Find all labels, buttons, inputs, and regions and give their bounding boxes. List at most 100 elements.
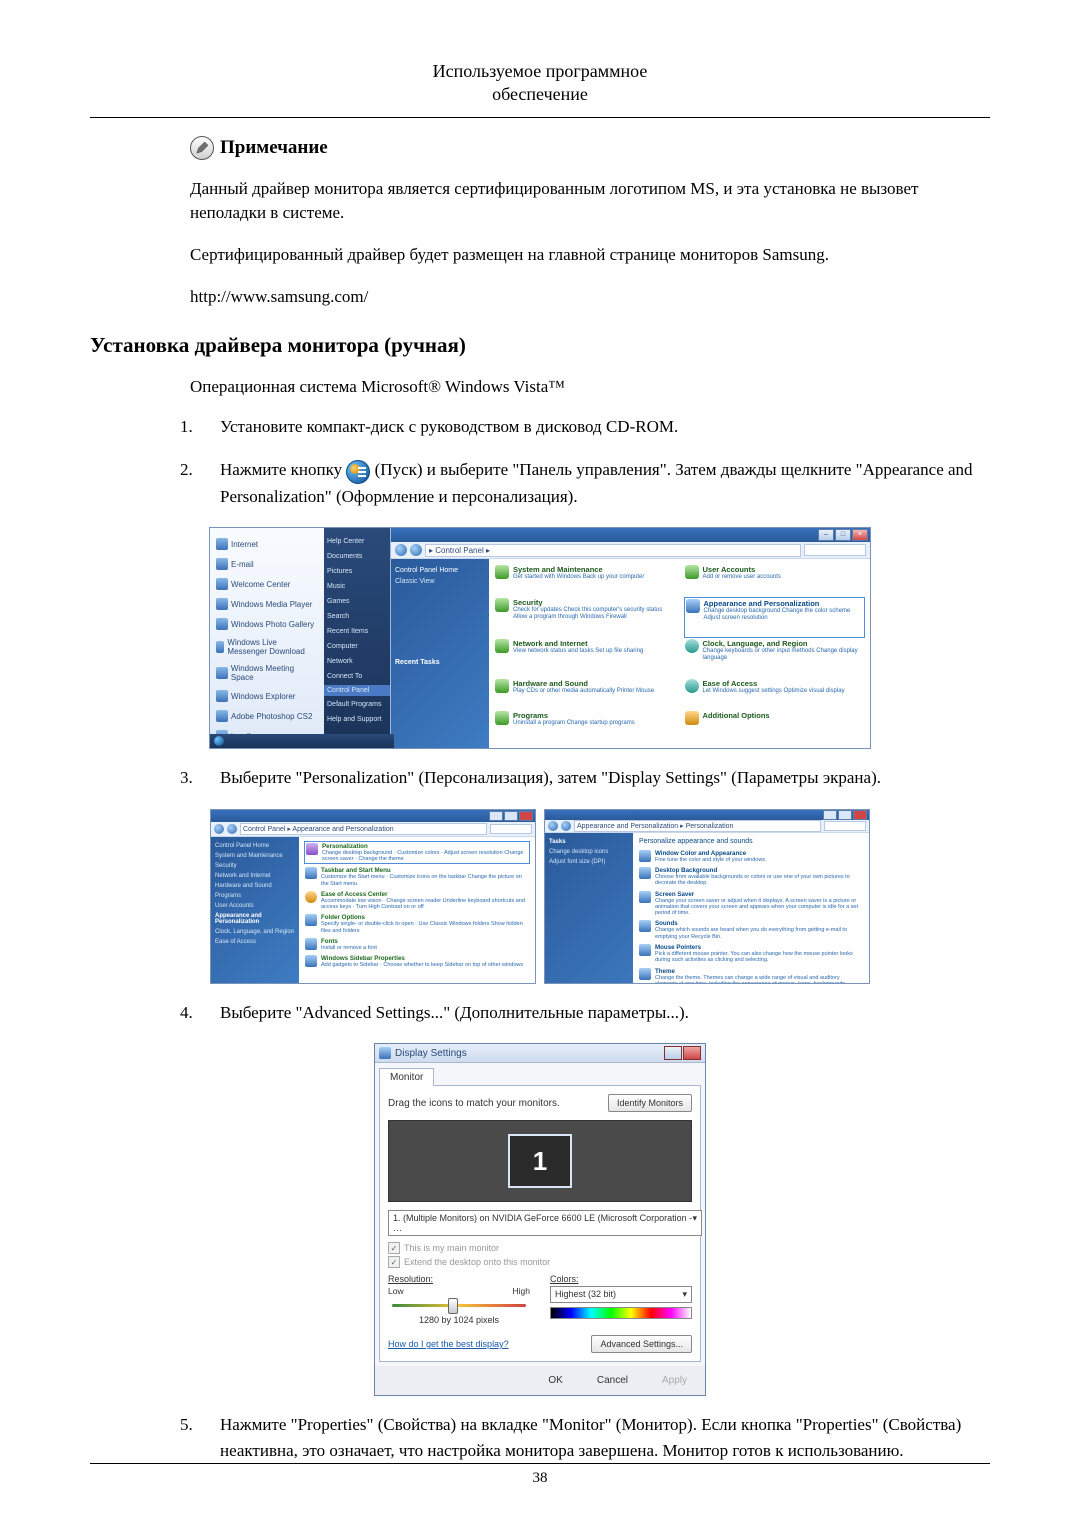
start-right-item[interactable]: Help and Support <box>327 712 387 727</box>
start-right-item[interactable]: Games <box>327 594 387 609</box>
close-button[interactable] <box>853 810 867 820</box>
personalization-item[interactable]: SoundsChange which sounds are heard when… <box>639 920 863 940</box>
start-item[interactable]: Internet <box>214 534 320 554</box>
start-right-item[interactable]: Search <box>327 609 387 624</box>
appearance-item[interactable]: Taskbar and Start MenuCustomize the Star… <box>305 867 529 887</box>
cp-category[interactable]: Network and InternetView network status … <box>495 639 675 677</box>
appearance-item[interactable]: FontsInstall or remove a font <box>305 938 529 951</box>
cp-category[interactable]: Additional Options <box>685 711 865 742</box>
control-panel-sidebar: Control Panel Home Classic View Recent T… <box>391 559 489 748</box>
sidebar-link[interactable]: Classic View <box>395 576 485 587</box>
appearance-item[interactable]: Windows Sidebar PropertiesAdd gadgets to… <box>305 955 529 968</box>
back-button-icon[interactable] <box>395 544 407 556</box>
appearance-window: Control Panel ▸ Appearance and Personali… <box>210 809 536 984</box>
start-item[interactable]: Windows Photo Gallery <box>214 614 320 634</box>
sidebar-link[interactable]: Control Panel Home <box>215 841 295 851</box>
item-icon <box>305 891 317 903</box>
resolution-slider[interactable] <box>392 1304 526 1307</box>
sidebar-link[interactable]: Hardware and Sound <box>215 881 295 891</box>
cp-category[interactable]: Hardware and SoundPlay CDs or other medi… <box>495 679 675 710</box>
start-item[interactable]: Windows Meeting Space <box>214 660 320 686</box>
maximize-button[interactable] <box>838 810 852 820</box>
sidebar-link[interactable]: Change desktop icons <box>549 847 629 857</box>
cp-category[interactable]: SecurityCheck for updates Check this com… <box>495 598 675 638</box>
maximize-button[interactable]: □ <box>835 529 851 541</box>
address-field[interactable]: ▸ Control Panel ▸ <box>425 544 801 557</box>
start-right-item-control-panel[interactable]: Control Panel <box>324 685 390 696</box>
sidebar-link[interactable]: Adjust font size (DPI) <box>549 857 629 867</box>
personalization-item[interactable]: Mouse PointersPick a different mouse poi… <box>639 944 863 964</box>
start-right-item[interactable]: Connect To <box>327 669 387 684</box>
item-personalization[interactable]: PersonalizationChange desktop background… <box>305 842 529 864</box>
sidebar-link[interactable]: Ease of Access <box>215 937 295 947</box>
section-subtitle: Операционная система Microsoft® Windows … <box>190 375 990 400</box>
close-button[interactable] <box>519 811 533 821</box>
personalization-item[interactable]: Screen SaverChange your screen saver or … <box>639 891 863 917</box>
monitor-dropdown[interactable]: 1. (Multiple Monitors) on NVIDIA GeForce… <box>388 1210 702 1236</box>
start-right-item[interactable]: Default Programs <box>327 697 387 712</box>
start-item[interactable]: Windows Media Player <box>214 594 320 614</box>
cp-category[interactable]: ProgramsUninstall a program Change start… <box>495 711 675 742</box>
start-right-item[interactable]: Network <box>327 654 387 669</box>
ok-button[interactable]: OK <box>534 1372 576 1389</box>
cancel-button[interactable]: Cancel <box>583 1372 642 1389</box>
sidebar-link[interactable]: User Accounts <box>215 901 295 911</box>
cp-category[interactable]: Clock, Language, and RegionChange keyboa… <box>685 639 865 677</box>
close-button[interactable]: × <box>852 529 868 541</box>
forward-button-icon[interactable] <box>227 824 237 834</box>
appearance-item[interactable]: Folder OptionsSpecify single- or double-… <box>305 914 529 934</box>
close-button[interactable] <box>683 1046 701 1060</box>
start-right-item[interactable]: Help Center <box>327 534 387 549</box>
advanced-settings-button[interactable]: Advanced Settings... <box>591 1335 692 1353</box>
start-item[interactable]: E-mail <box>214 554 320 574</box>
minimize-button[interactable] <box>489 811 503 821</box>
start-item[interactable]: Adobe Photoshop CS2 <box>214 706 320 726</box>
address-field[interactable]: Appearance and Personalization ▸ Persona… <box>574 820 821 832</box>
help-button[interactable] <box>664 1046 682 1060</box>
forward-button-icon[interactable] <box>561 821 571 831</box>
identify-monitors-button[interactable]: Identify Monitors <box>608 1094 692 1112</box>
personalization-item[interactable]: Desktop BackgroundChoose from available … <box>639 867 863 887</box>
help-link[interactable]: How do I get the best display? <box>388 1339 509 1349</box>
colors-dropdown[interactable]: Highest (32 bit) <box>550 1286 692 1303</box>
cp-category-appearance[interactable]: Appearance and PersonalizationChange des… <box>685 598 865 638</box>
sidebar-link[interactable]: System and Maintenance <box>215 851 295 861</box>
personalization-item[interactable]: ThemeChange the theme. Themes can change… <box>639 968 863 984</box>
cp-category[interactable]: Ease of AccessLet Windows suggest settin… <box>685 679 865 710</box>
cp-category[interactable]: System and MaintenanceGet started with W… <box>495 565 675 596</box>
maximize-button[interactable] <box>504 811 518 821</box>
start-item[interactable]: Windows Live Messenger Download <box>214 634 320 660</box>
sidebar-link[interactable]: Clock, Language, and Region <box>215 927 295 937</box>
appearance-item[interactable]: Ease of Access CenterAccommodate low vis… <box>305 891 529 911</box>
sidebar-link[interactable]: Control Panel Home <box>395 565 485 576</box>
search-field[interactable] <box>804 544 866 556</box>
address-field[interactable]: Control Panel ▸ Appearance and Personali… <box>240 823 487 835</box>
item-sub: Accommodate low vision · Change screen r… <box>321 898 529 911</box>
forward-button-icon[interactable] <box>410 544 422 556</box>
minimize-button[interactable]: – <box>818 529 834 541</box>
monitor-icon[interactable]: 1 <box>508 1134 572 1188</box>
monitor-tab[interactable]: Monitor <box>379 1068 434 1086</box>
cp-category[interactable]: User AccountsAdd or remove user accounts <box>685 565 865 596</box>
start-right-item[interactable]: Computer <box>327 639 387 654</box>
monitor-preview[interactable]: 1 <box>388 1120 692 1202</box>
search-field[interactable] <box>490 824 532 834</box>
personalization-item[interactable]: Window Color and AppearanceFine tune the… <box>639 850 863 863</box>
sidebar-link[interactable]: Programs <box>215 891 295 901</box>
start-item-label: E-mail <box>231 560 254 569</box>
start-right-item[interactable]: Pictures <box>327 564 387 579</box>
sidebar-link[interactable]: Security <box>215 861 295 871</box>
sidebar-link-active[interactable]: Appearance and Personalization <box>215 911 295 927</box>
start-right-item[interactable]: Recent Items <box>327 624 387 639</box>
back-button-icon[interactable] <box>214 824 224 834</box>
search-field[interactable] <box>824 821 866 831</box>
start-right-item[interactable]: Documents <box>327 549 387 564</box>
start-item[interactable]: Welcome Center <box>214 574 320 594</box>
minimize-button[interactable] <box>823 810 837 820</box>
start-orb-icon[interactable] <box>214 736 224 746</box>
start-item[interactable]: Windows Explorer <box>214 686 320 706</box>
start-right-item[interactable]: Music <box>327 579 387 594</box>
sidebar-link[interactable]: Network and Internet <box>215 871 295 881</box>
slider-thumb[interactable] <box>448 1298 458 1314</box>
back-button-icon[interactable] <box>548 821 558 831</box>
